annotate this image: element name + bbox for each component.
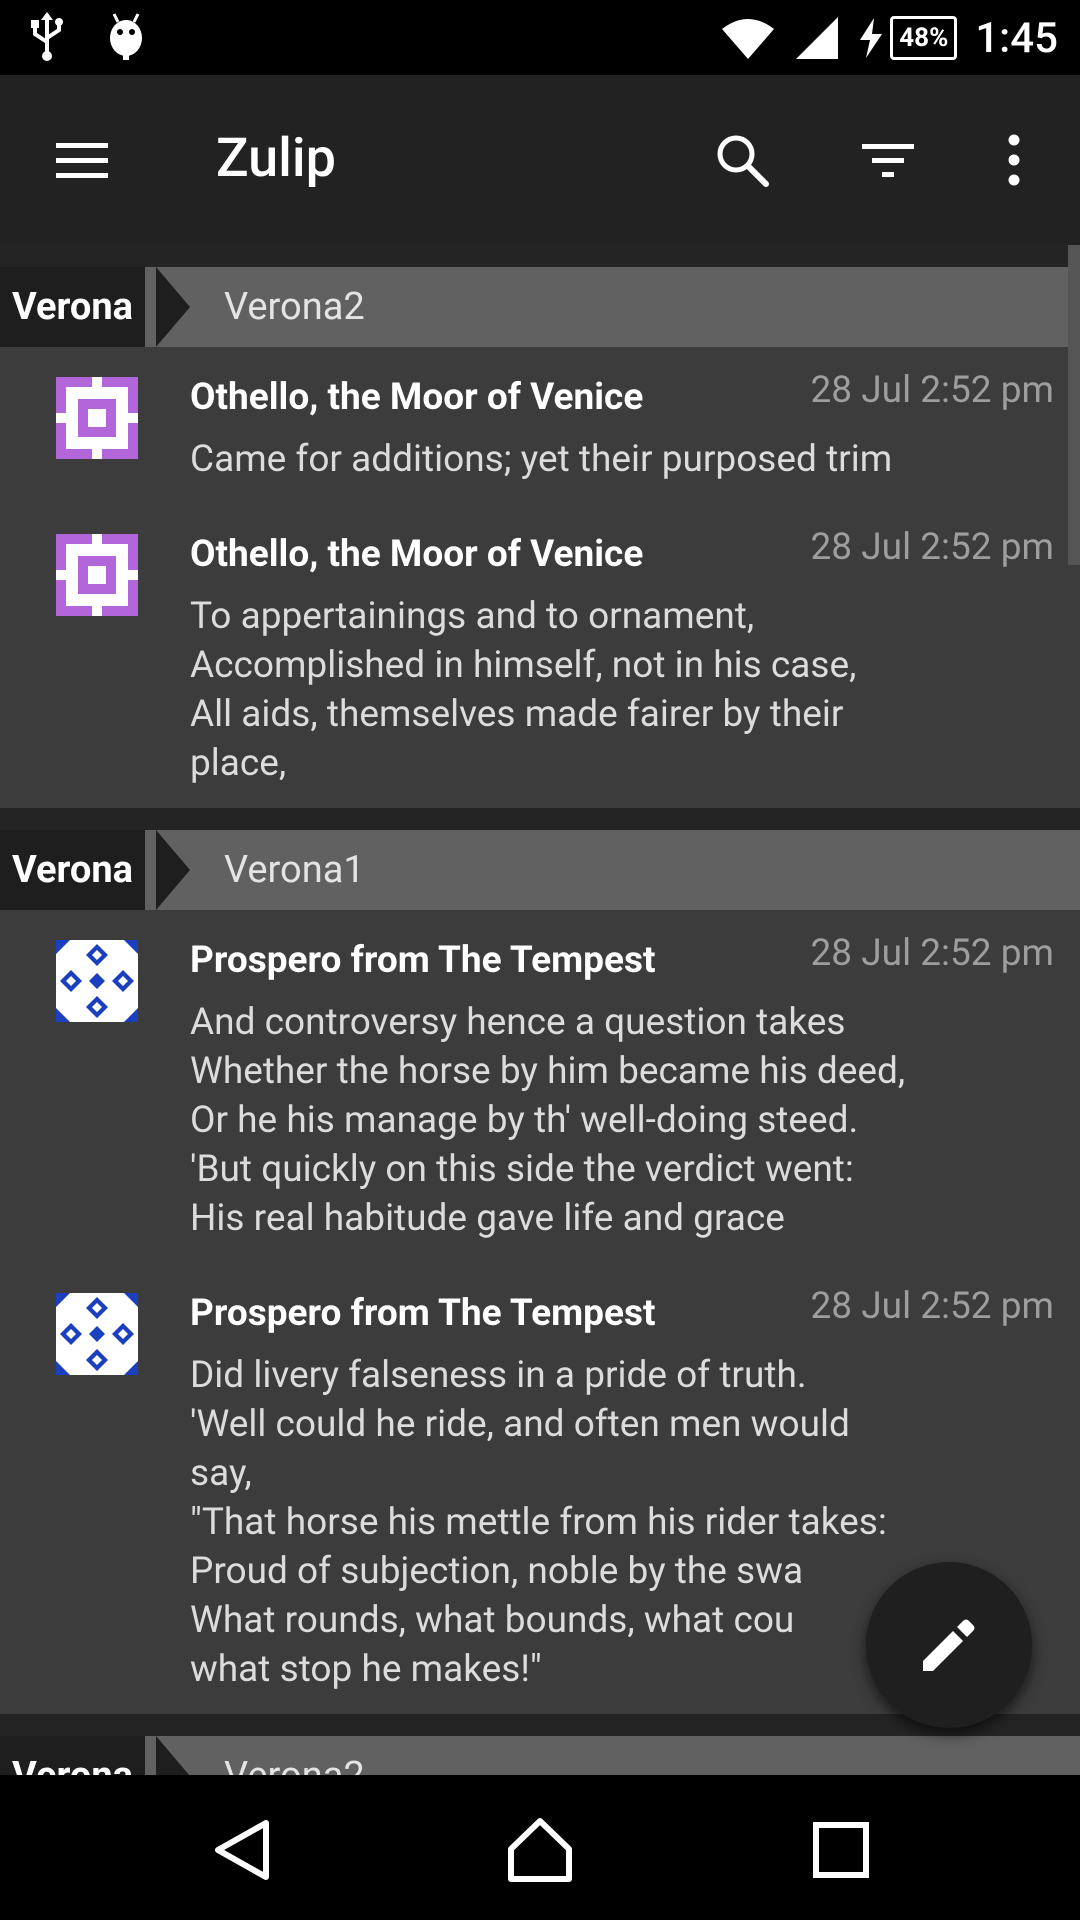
- stream-arrow: [156, 830, 190, 910]
- topic-name[interactable]: Verona2: [224, 1736, 365, 1775]
- app-bar: Zulip: [0, 75, 1080, 245]
- message[interactable]: Othello, the Moor of Venice 28 Jul 2:52 …: [0, 504, 1080, 808]
- pencil-icon: [923, 1619, 975, 1671]
- avatar[interactable]: [56, 1293, 138, 1375]
- menu-icon[interactable]: [52, 130, 112, 190]
- message[interactable]: Prospero from The Tempest 28 Jul 2:52 pm…: [0, 910, 1080, 1263]
- recents-icon[interactable]: [806, 1815, 876, 1885]
- status-bar: 48% 1:45: [0, 0, 1080, 75]
- message-time: 28 Jul 2:52 pm: [810, 932, 1055, 975]
- avatar[interactable]: [56, 940, 138, 1022]
- wifi-icon: [722, 19, 775, 59]
- message-time: 28 Jul 2:52 pm: [810, 526, 1055, 569]
- message-body: And controversy hence a question takes W…: [190, 1001, 906, 1240]
- message-body: Came for additions; yet their purposed t…: [190, 438, 893, 481]
- charging-icon: [860, 18, 883, 58]
- app-title: Zulip: [216, 127, 336, 190]
- back-icon[interactable]: [208, 1815, 278, 1885]
- recipient-bar[interactable]: Verona Verona1: [0, 830, 1080, 910]
- message-time: 28 Jul 2:52 pm: [810, 369, 1055, 412]
- home-icon[interactable]: [505, 1815, 575, 1885]
- cell-signal-icon: [796, 17, 839, 59]
- usb-icon: [31, 12, 63, 61]
- system-nav-bar: [0, 1775, 1080, 1920]
- battery-level: 48%: [890, 16, 958, 60]
- recipient-bar[interactable]: Verona Verona2: [0, 1736, 1080, 1775]
- clock: 1:45: [975, 13, 1058, 63]
- avatar[interactable]: [56, 377, 138, 459]
- android-debug-icon: [110, 13, 142, 60]
- message-body: To appertainings and to ornament, Accomp…: [190, 595, 857, 785]
- filter-icon[interactable]: [858, 130, 918, 190]
- compose-button[interactable]: [866, 1562, 1032, 1728]
- topic-name[interactable]: Verona1: [224, 830, 365, 910]
- message-time: 28 Jul 2:52 pm: [810, 1285, 1055, 1328]
- recipient-bar[interactable]: Verona Verona2: [0, 267, 1080, 347]
- search-icon[interactable]: [712, 130, 772, 190]
- more-options-icon[interactable]: [984, 130, 1044, 190]
- message[interactable]: Othello, the Moor of Venice 28 Jul 2:52 …: [0, 347, 1080, 504]
- stream-name[interactable]: Verona: [0, 267, 145, 347]
- avatar[interactable]: [56, 534, 138, 616]
- topic-name[interactable]: Verona2: [224, 267, 365, 347]
- message-group: Verona Verona2: [0, 1736, 1080, 1775]
- stream-arrow: [156, 267, 190, 347]
- stream-name[interactable]: Verona: [0, 1736, 145, 1775]
- message-list[interactable]: Verona Verona2 Othello, the Moor of Veni…: [0, 245, 1080, 1775]
- scrollbar[interactable]: [1068, 245, 1080, 565]
- message-group: Verona Verona2 Othello, the Moor of Veni…: [0, 267, 1080, 808]
- battery-indicator: 48%: [858, 16, 958, 60]
- stream-arrow: [156, 1736, 190, 1775]
- stream-name[interactable]: Verona: [0, 830, 145, 910]
